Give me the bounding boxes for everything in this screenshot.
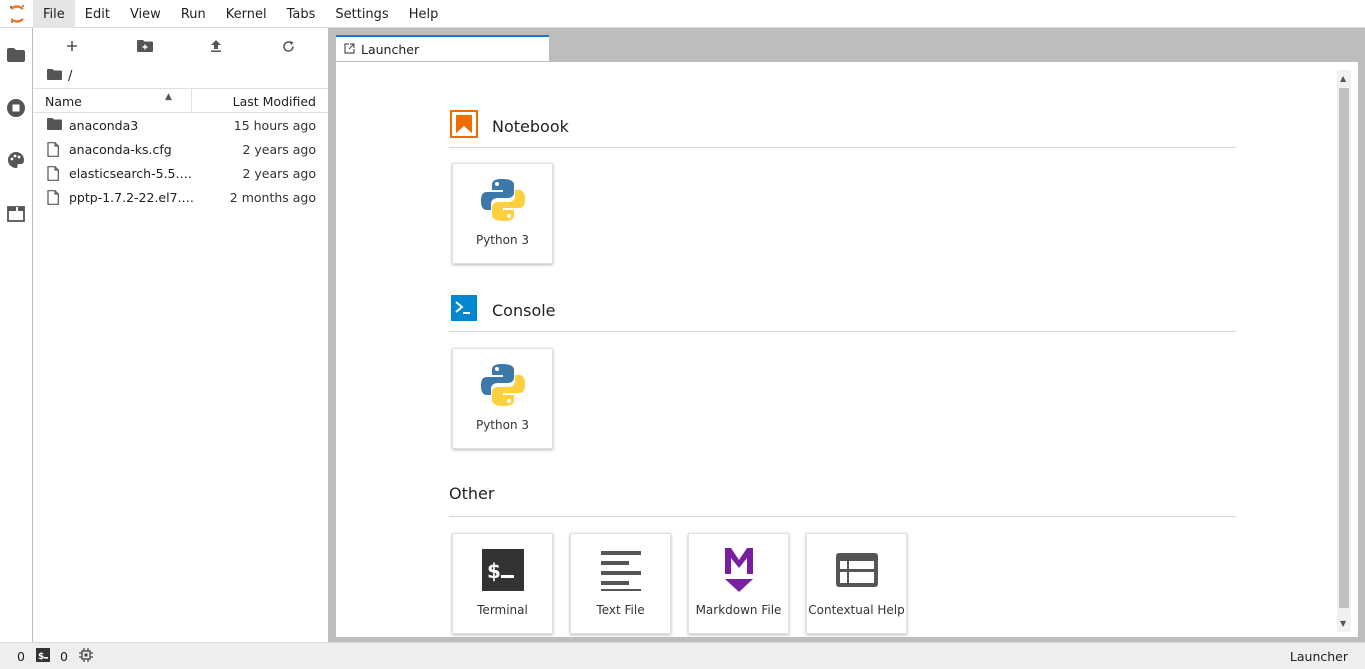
file-icon xyxy=(47,142,63,158)
left-sidebar xyxy=(0,28,33,642)
other-section-header: Other xyxy=(449,484,494,503)
breadcrumb-root[interactable]: / xyxy=(68,69,72,84)
card-label: Python 3 xyxy=(475,233,530,247)
file-name: elasticsearch-5.5.2.r... xyxy=(69,166,197,181)
refresh-button[interactable] xyxy=(278,36,298,56)
file-modified: 15 hours ago xyxy=(233,118,316,133)
file-name: anaconda3 xyxy=(69,118,139,133)
console-section-header: Console xyxy=(450,294,556,326)
launcher-panel: Notebook Python 3 Console Python 3 Other… xyxy=(336,61,1358,637)
file-modified: 2 years ago xyxy=(242,142,316,157)
terminal-icon: $ xyxy=(453,544,552,596)
launcher-tab-icon xyxy=(344,42,355,57)
notebook-section-header: Notebook xyxy=(450,110,569,142)
card-label: Contextual Help xyxy=(808,603,905,617)
menu-kernel[interactable]: Kernel xyxy=(216,0,277,28)
file-browser: / Name ▲ Last Modified anaconda3 15 hour… xyxy=(33,28,329,642)
new-launcher-button[interactable] xyxy=(62,36,82,56)
other-section-title: Other xyxy=(449,484,495,503)
section-divider xyxy=(449,331,1236,332)
column-header-last-modified[interactable]: Last Modified xyxy=(233,94,316,109)
launcher-scrollbar[interactable]: ▲ ▼ xyxy=(1337,70,1351,632)
python-logo-icon xyxy=(453,174,552,226)
status-active-panel: Launcher xyxy=(1289,649,1348,664)
terminal-status-icon[interactable]: $ xyxy=(36,648,50,665)
svg-text:$: $ xyxy=(487,559,501,583)
cpu-chip-icon[interactable] xyxy=(79,648,93,665)
menu-run[interactable]: Run xyxy=(171,0,216,28)
notebook-python3-card[interactable]: Python 3 xyxy=(452,163,553,264)
sort-ascending-icon[interactable]: ▲ xyxy=(165,92,172,102)
folder-icon[interactable] xyxy=(6,45,26,65)
main-area: Launcher Notebook Python 3 Console Pytho… xyxy=(329,28,1365,642)
card-label: Terminal xyxy=(477,603,528,617)
upload-button[interactable] xyxy=(206,36,226,56)
kernel-count[interactable]: 0 xyxy=(17,649,25,664)
menu-edit[interactable]: Edit xyxy=(75,0,120,28)
column-header-name[interactable]: Name xyxy=(45,94,82,109)
column-divider xyxy=(191,89,192,112)
notebook-icon xyxy=(450,110,478,142)
terminal-count[interactable]: 0 xyxy=(60,649,68,664)
card-label: Markdown File xyxy=(695,603,782,617)
file-modified: 2 years ago xyxy=(242,166,316,181)
menu-help[interactable]: Help xyxy=(399,0,449,28)
section-divider xyxy=(449,516,1236,517)
contextual-help-card[interactable]: Contextual Help xyxy=(806,533,907,634)
tab-bar: Launcher xyxy=(329,28,1365,61)
notebook-section-title: Notebook xyxy=(492,116,569,136)
menubar: File Edit View Run Kernel Tabs Settings … xyxy=(0,0,1365,28)
list-item[interactable]: anaconda3 15 hours ago xyxy=(33,114,328,138)
menu-file[interactable]: File xyxy=(33,0,75,28)
stop-circle-icon[interactable] xyxy=(6,98,26,118)
tabs-icon[interactable] xyxy=(6,204,26,224)
menu-settings[interactable]: Settings xyxy=(325,0,398,28)
file-name: anaconda-ks.cfg xyxy=(69,142,172,157)
contextual-help-icon xyxy=(807,544,906,596)
markdown-icon xyxy=(689,544,788,596)
jupyter-logo-icon[interactable] xyxy=(0,0,33,28)
section-divider xyxy=(449,147,1236,148)
file-modified: 2 months ago xyxy=(229,190,316,205)
console-icon xyxy=(450,294,478,326)
file-name: pptp-1.7.2-22.el7.x... xyxy=(69,190,197,205)
palette-icon[interactable] xyxy=(6,150,26,170)
file-list-header: Name ▲ Last Modified xyxy=(33,88,328,113)
scroll-up-arrow-icon[interactable]: ▲ xyxy=(1340,74,1346,83)
tab-launcher[interactable]: Launcher xyxy=(336,35,549,61)
status-bar: 0 $ 0 Launcher xyxy=(0,642,1365,669)
terminal-card[interactable]: $ Terminal xyxy=(452,533,553,634)
svg-text:$: $ xyxy=(38,652,44,662)
scroll-thumb[interactable] xyxy=(1339,88,1349,608)
breadcrumb: / xyxy=(47,66,72,86)
text-file-icon xyxy=(571,544,670,596)
file-icon xyxy=(47,166,63,182)
tab-label: Launcher xyxy=(361,41,420,57)
file-browser-toolbar xyxy=(33,28,328,64)
console-python3-card[interactable]: Python 3 xyxy=(452,348,553,449)
menu-view[interactable]: View xyxy=(120,0,171,28)
file-icon xyxy=(47,190,63,206)
file-list: anaconda3 15 hours ago anaconda-ks.cfg 2… xyxy=(33,114,328,210)
list-item[interactable]: elasticsearch-5.5.2.r... 2 years ago xyxy=(33,162,328,186)
breadcrumb-folder-icon[interactable] xyxy=(47,68,62,84)
scroll-down-arrow-icon[interactable]: ▼ xyxy=(1340,619,1346,628)
list-item[interactable]: pptp-1.7.2-22.el7.x... 2 months ago xyxy=(33,186,328,210)
list-item[interactable]: anaconda-ks.cfg 2 years ago xyxy=(33,138,328,162)
folder-icon xyxy=(47,118,63,134)
menu-tabs[interactable]: Tabs xyxy=(277,0,326,28)
card-label: Python 3 xyxy=(475,418,530,432)
console-section-title: Console xyxy=(492,300,556,320)
text-file-card[interactable]: Text File xyxy=(570,533,671,634)
python-logo-icon xyxy=(453,359,552,411)
card-label: Text File xyxy=(596,603,645,617)
new-folder-button[interactable] xyxy=(135,36,155,56)
markdown-file-card[interactable]: Markdown File xyxy=(688,533,789,634)
